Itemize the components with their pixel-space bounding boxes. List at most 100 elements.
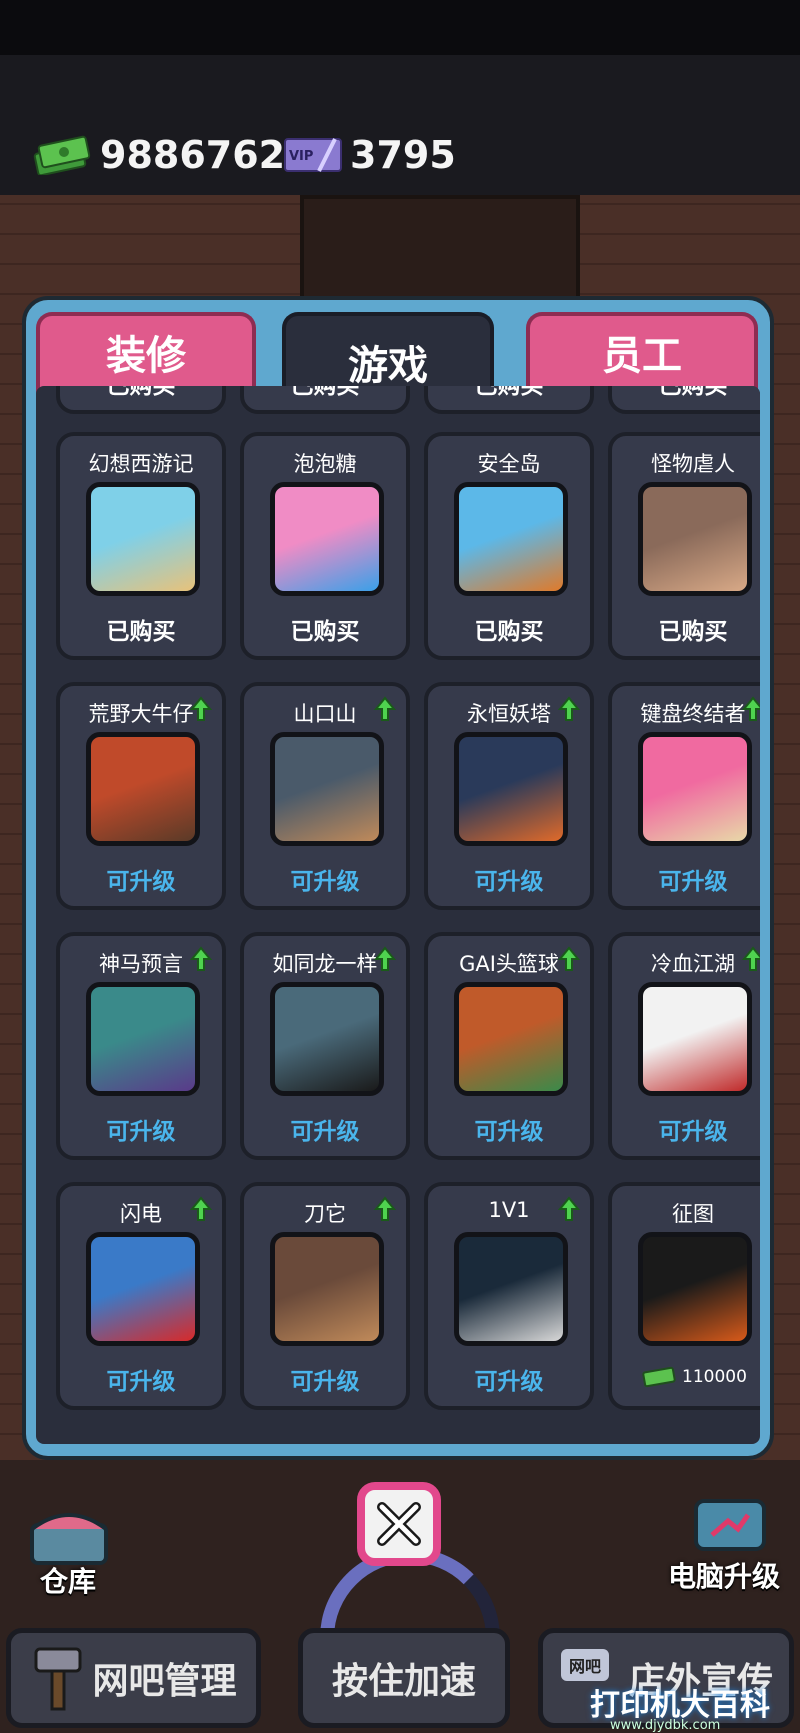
game-cover-image [270, 482, 384, 596]
tab-decoration-label: 装修 [106, 333, 186, 379]
game-cover-image [454, 982, 568, 1096]
currency-hud: 9886762 VIP 3795 [0, 55, 800, 195]
hammer-icon [34, 1647, 82, 1711]
game-name: 键盘终结者 [640, 702, 746, 726]
svg-text:VIP: VIP [289, 149, 313, 164]
cash-icon [642, 1366, 676, 1388]
game-card[interactable]: 征图 110000 [608, 1182, 760, 1410]
vip-value: 3795 [350, 133, 456, 177]
game-price: 110000 [642, 1366, 760, 1388]
game-cover-image [638, 982, 752, 1096]
game-cover-image [454, 482, 568, 596]
upgrade-status[interactable]: 可升级 [428, 1362, 590, 1396]
game-cover-image [638, 1232, 752, 1346]
upgrade-arrow-icon [190, 696, 212, 721]
game-name: 幻想西游记 [88, 452, 194, 476]
game-card[interactable]: 荒野大牛仔 可升级 [56, 682, 226, 910]
tab-games-label: 游戏 [348, 343, 428, 389]
game-name: 征图 [672, 1202, 714, 1226]
warehouse-label[interactable]: 仓库 [40, 1560, 96, 1600]
purchased-status: 已购买 [474, 619, 544, 645]
chest-icon[interactable] [26, 1505, 112, 1567]
upgrade-arrow-icon [558, 946, 580, 971]
game-cover-image [86, 982, 200, 1096]
game-cover-image [86, 1232, 200, 1346]
price-value: 110000 [682, 1367, 747, 1387]
game-grid[interactable]: 已购买 已购买 已购买 已购买 幻想西游记 已购买 泡泡糖 已购买 安全岛 已购买 怪物虐人… [36, 386, 760, 1444]
game-name: 安全岛 [477, 452, 541, 476]
upgrade-status[interactable]: 可升级 [244, 862, 406, 896]
game-cover-image [270, 1232, 384, 1346]
close-button[interactable] [357, 1482, 441, 1566]
card-status: 已购买 [474, 386, 544, 399]
upgrade-arrow-icon [190, 946, 212, 971]
purchased-status: 已购买 [290, 619, 360, 645]
card-status: 已购买 [106, 386, 176, 399]
game-card[interactable]: 键盘终结者可升级 [608, 682, 760, 910]
game-card[interactable]: 神马预言 可升级 [56, 932, 226, 1160]
game-cover-image [454, 1232, 568, 1346]
card-status: 已购买 [658, 386, 728, 399]
game-card-partial[interactable]: 已购买 [608, 386, 760, 414]
game-card-partial[interactable]: 已购买 [56, 386, 226, 414]
game-card[interactable]: 如同龙一样 可升级 [240, 932, 410, 1160]
game-card[interactable]: 刀它 可升级 [240, 1182, 410, 1410]
game-card-partial[interactable]: 已购买 [240, 386, 410, 414]
game-card[interactable]: GAI头篮球 可升级 [424, 932, 594, 1160]
close-icon [377, 1502, 421, 1546]
game-cover-image [86, 732, 200, 846]
game-card[interactable]: 怪物虐人 已购买 [608, 432, 760, 660]
game-card[interactable]: 泡泡糖 已购买 [240, 432, 410, 660]
game-cover-image [454, 732, 568, 846]
upgrade-status[interactable]: 可升级 [60, 862, 222, 896]
vip-ticket-icon: VIP [284, 138, 342, 172]
cafe-badge: 网吧 [561, 1649, 610, 1681]
game-cover-image [86, 482, 200, 596]
game-card[interactable]: 闪电 可升级 [56, 1182, 226, 1410]
upgrade-status[interactable]: 可升级 [60, 1362, 222, 1396]
game-cover-image [638, 482, 752, 596]
game-card[interactable]: 冷血江湖可升级 [608, 932, 760, 1160]
game-name: 泡泡糖 [293, 452, 357, 476]
manage-button[interactable]: 网吧管理 [6, 1628, 261, 1728]
card-status: 已购买 [290, 386, 360, 399]
game-card[interactable]: 山口山 可升级 [240, 682, 410, 910]
game-card[interactable]: 永恒妖塔 可升级 [424, 682, 594, 910]
cash-icon [33, 135, 91, 175]
purchased-status: 已购买 [658, 619, 728, 645]
game-cover-image [270, 732, 384, 846]
game-cover-image [270, 982, 384, 1096]
upgrade-status[interactable]: 可升级 [612, 1112, 760, 1146]
upgrade-arrow-icon [190, 1196, 212, 1221]
upgrade-status[interactable]: 可升级 [244, 1362, 406, 1396]
speed-up-button[interactable]: 按住加速 [298, 1628, 510, 1728]
monitor-icon[interactable] [690, 1495, 770, 1561]
upgrade-arrow-icon [558, 696, 580, 721]
upgrade-status[interactable]: 可升级 [428, 862, 590, 896]
upgrade-status[interactable]: 可升级 [60, 1112, 222, 1146]
speedup-label: 按住加速 [331, 1661, 476, 1702]
shop-modal: 装修 游戏 员工 已购买 已购买 已购买 已购买 幻想西游记 已购买 泡泡糖 已购买安… [22, 296, 774, 1460]
game-name: 冷血江湖 [651, 952, 735, 976]
game-name: 怪物虐人 [651, 452, 735, 476]
upgrade-arrow-icon [742, 696, 760, 721]
system-status-bar [0, 0, 800, 55]
upgrade-status[interactable]: 可升级 [244, 1112, 406, 1146]
partial-card-row: 已购买 已购买 已购买 已购买 [56, 386, 760, 416]
upgrade-status[interactable]: 可升级 [612, 862, 760, 896]
watermark-url: www.djydbk.com [610, 1718, 721, 1733]
game-card-partial[interactable]: 已购买 [424, 386, 594, 414]
game-card[interactable]: 1V1 可升级 [424, 1182, 594, 1410]
upgrade-arrow-icon [374, 946, 396, 971]
pc-upgrade-label[interactable]: 电脑升级 [668, 1555, 780, 1595]
tab-staff-label: 员工 [602, 333, 682, 379]
purchased-status: 已购买 [106, 619, 176, 645]
upgrade-status[interactable]: 可升级 [428, 1112, 590, 1146]
game-card[interactable]: 安全岛 已购买 [424, 432, 594, 660]
background-door [300, 195, 580, 305]
game-cover-image [638, 732, 752, 846]
upgrade-arrow-icon [742, 946, 760, 971]
game-card[interactable]: 幻想西游记 已购买 [56, 432, 226, 660]
manage-label: 网吧管理 [92, 1661, 237, 1702]
upgrade-arrow-icon [374, 1196, 396, 1221]
